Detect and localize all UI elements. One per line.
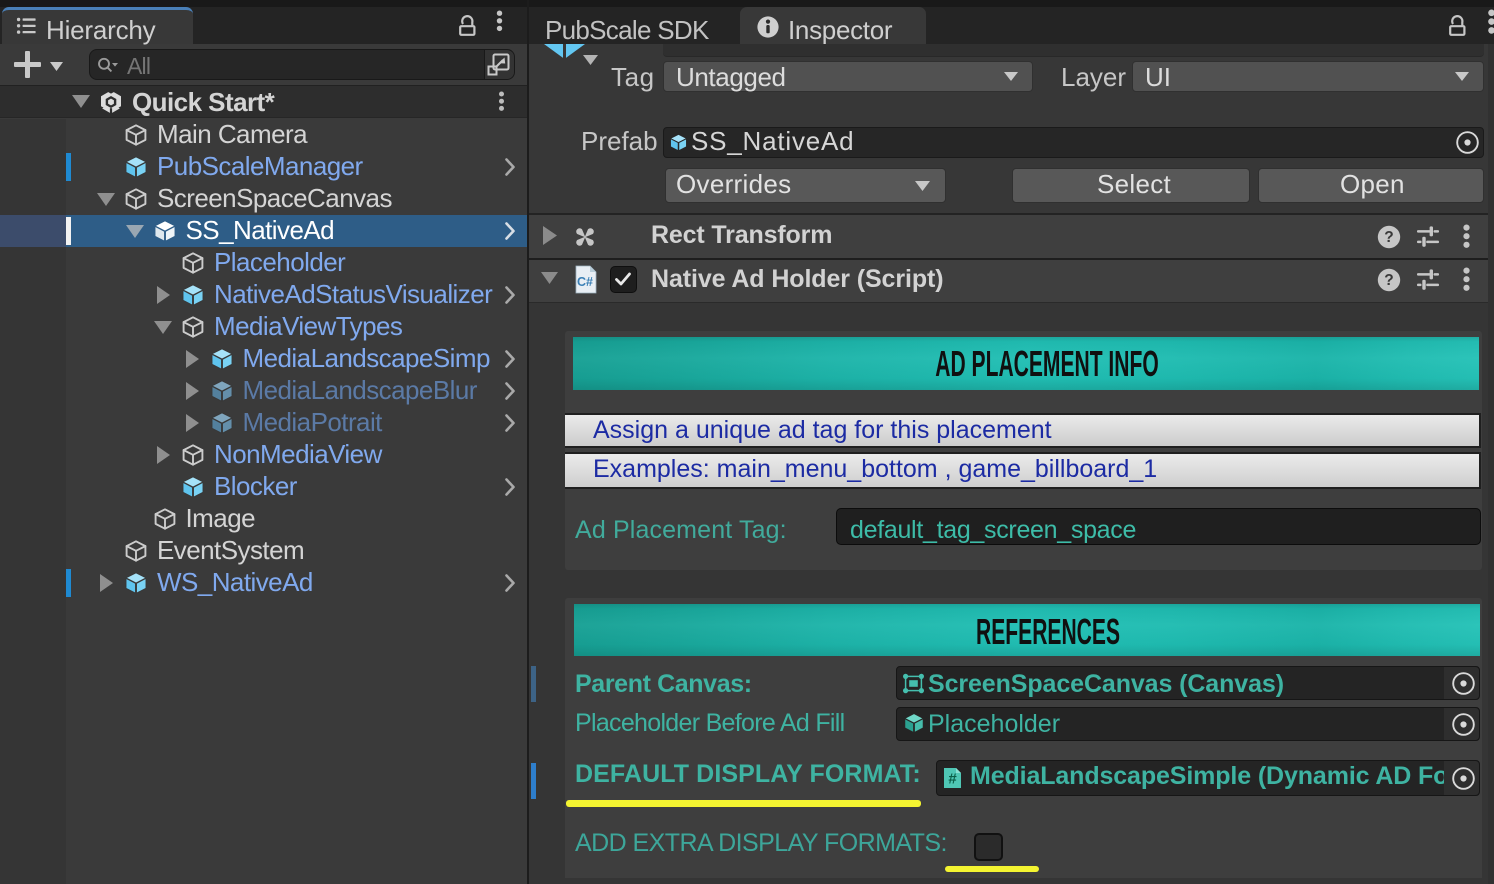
- svg-text:#: #: [948, 771, 957, 788]
- svg-text:C#: C#: [577, 275, 593, 289]
- svg-text:?: ?: [1384, 229, 1393, 246]
- svg-text:?: ?: [1384, 272, 1393, 289]
